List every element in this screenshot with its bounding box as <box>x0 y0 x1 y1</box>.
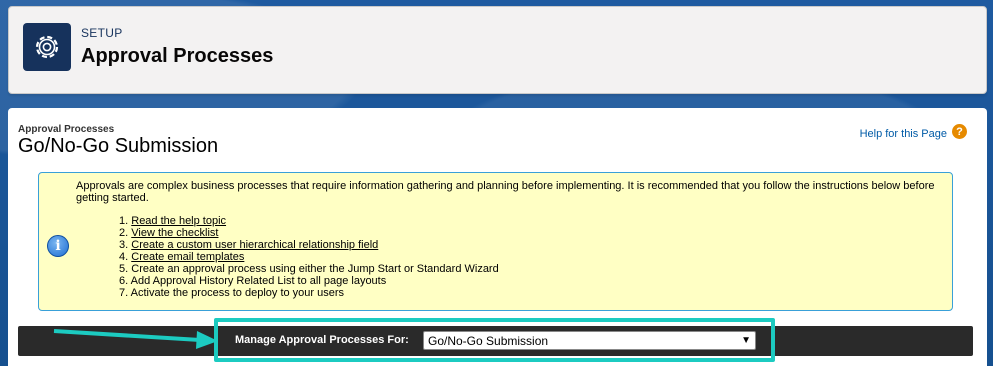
create-relationship-field-link[interactable]: Create a custom user hierarchical relati… <box>131 239 378 251</box>
chevron-down-icon: ▼ <box>741 335 751 346</box>
info-icon: i <box>47 235 69 257</box>
help-link[interactable]: Help for this Page <box>860 128 947 140</box>
list-item: 7. Activate the process to deploy to you… <box>119 287 345 299</box>
view-checklist-link[interactable]: View the checklist <box>131 227 218 239</box>
gear-icon <box>23 23 71 71</box>
read-help-topic-link[interactable]: Read the help topic <box>131 215 226 227</box>
info-intro: Approvals are complex business processes… <box>76 180 935 204</box>
create-email-templates-link[interactable]: Create email templates <box>131 251 244 263</box>
manage-label: Manage Approval Processes For: <box>235 334 409 346</box>
list-item: 2. View the checklist <box>119 227 219 239</box>
list-item: 6. Add Approval History Related List to … <box>119 275 387 287</box>
info-box: i Approvals are complex business process… <box>38 172 953 311</box>
page-title: Go/No-Go Submission <box>18 135 219 157</box>
help-icon[interactable]: ? <box>952 124 967 139</box>
page-header: SETUP Approval Processes <box>8 6 987 94</box>
header-title: Approval Processes <box>81 45 274 67</box>
arrow-annotation <box>53 329 218 349</box>
list-item: 1. Read the help topic <box>119 215 227 227</box>
list-item: 5. Create an approval process using eith… <box>119 263 499 275</box>
select-value: Go/No-Go Submission <box>428 333 549 348</box>
process-select[interactable]: Go/No-Go Submission ▼ <box>423 331 756 350</box>
list-item: 3. Create a custom user hierarchical rel… <box>119 239 379 251</box>
list-item: 4. Create email templates <box>119 251 245 263</box>
steps-list: 1. Read the help topic 2. View the check… <box>119 215 499 299</box>
header-section: SETUP <box>81 26 123 40</box>
breadcrumb: Approval Processes <box>18 124 115 135</box>
